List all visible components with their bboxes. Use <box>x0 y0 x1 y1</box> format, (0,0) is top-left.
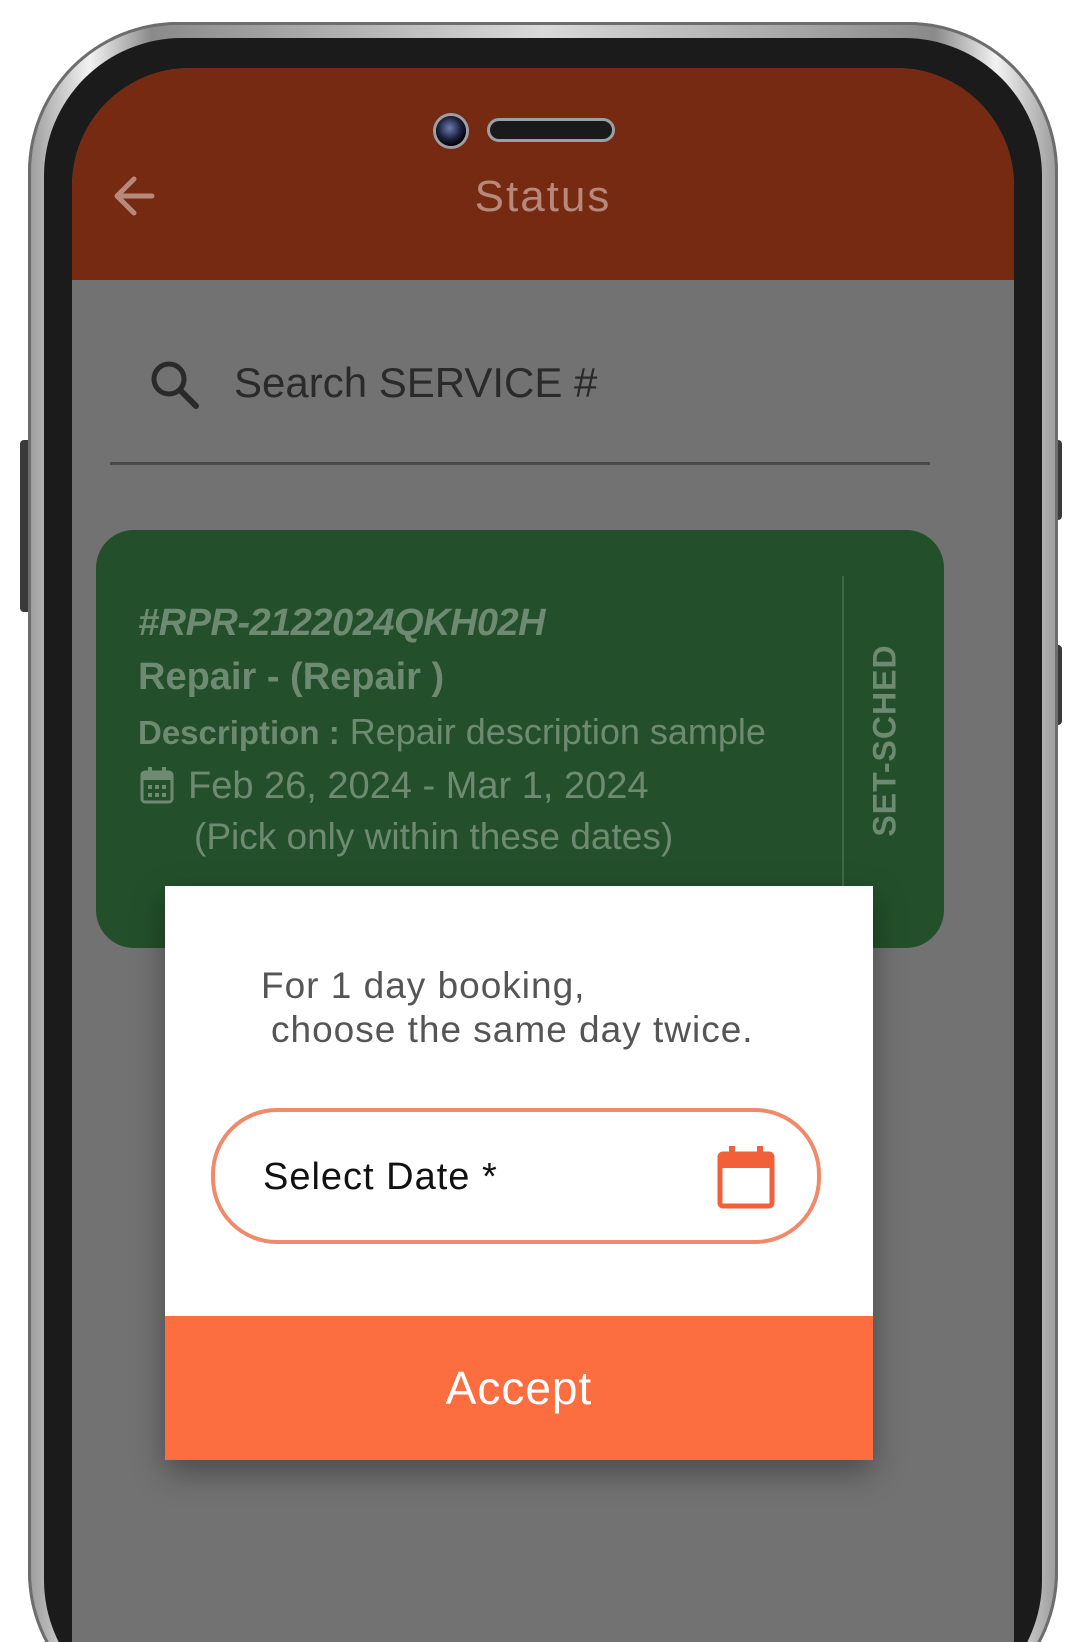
earpiece-speaker <box>490 121 612 139</box>
dialog-message-line-1: For 1 day booking, <box>261 965 586 1006</box>
select-date-field[interactable]: Select Date * <box>211 1108 821 1244</box>
select-date-dialog: For 1 day booking, choose the same day t… <box>165 886 873 1460</box>
status-badge: SET-SCHED <box>840 644 930 836</box>
phone-mockup: Status #RPR-2122024QKH02H Repair - (Repa… <box>0 0 1080 1642</box>
date-range-note: (Pick only within these dates) <box>194 816 674 857</box>
dialog-message-line-2: choose the same day twice. <box>271 1009 754 1050</box>
service-description: Description : Repair description sample <box>138 704 828 760</box>
search-bar[interactable] <box>110 340 930 466</box>
calendar-icon[interactable] <box>717 1144 775 1210</box>
calendar-icon <box>140 767 174 804</box>
description-label: Description : <box>138 714 340 751</box>
search-input[interactable] <box>232 352 926 414</box>
front-camera <box>436 116 466 146</box>
page-title: Status <box>474 172 612 221</box>
app-bar: Status <box>72 68 1014 280</box>
service-card-details: #RPR-2122024QKH02H Repair - (Repair ) De… <box>138 596 828 862</box>
service-type: Repair - (Repair ) <box>138 656 445 698</box>
service-date-range: Feb 26, 2024 - Mar 1, 2024 <box>138 760 828 812</box>
date-range-text: Feb 26, 2024 - Mar 1, 2024 <box>188 765 649 807</box>
search-underline <box>110 462 930 465</box>
dialog-message: For 1 day booking, choose the same day t… <box>261 964 841 1052</box>
service-id: #RPR-2122024QKH02H <box>138 602 546 644</box>
description-value: Repair description sample <box>349 711 766 752</box>
app-screen: Status #RPR-2122024QKH02H Repair - (Repa… <box>72 68 1014 1642</box>
status-label: SET-SCHED <box>866 643 903 837</box>
accept-button[interactable]: Accept <box>165 1316 873 1460</box>
select-date-label: Select Date * <box>263 1156 498 1198</box>
search-icon <box>151 361 199 409</box>
